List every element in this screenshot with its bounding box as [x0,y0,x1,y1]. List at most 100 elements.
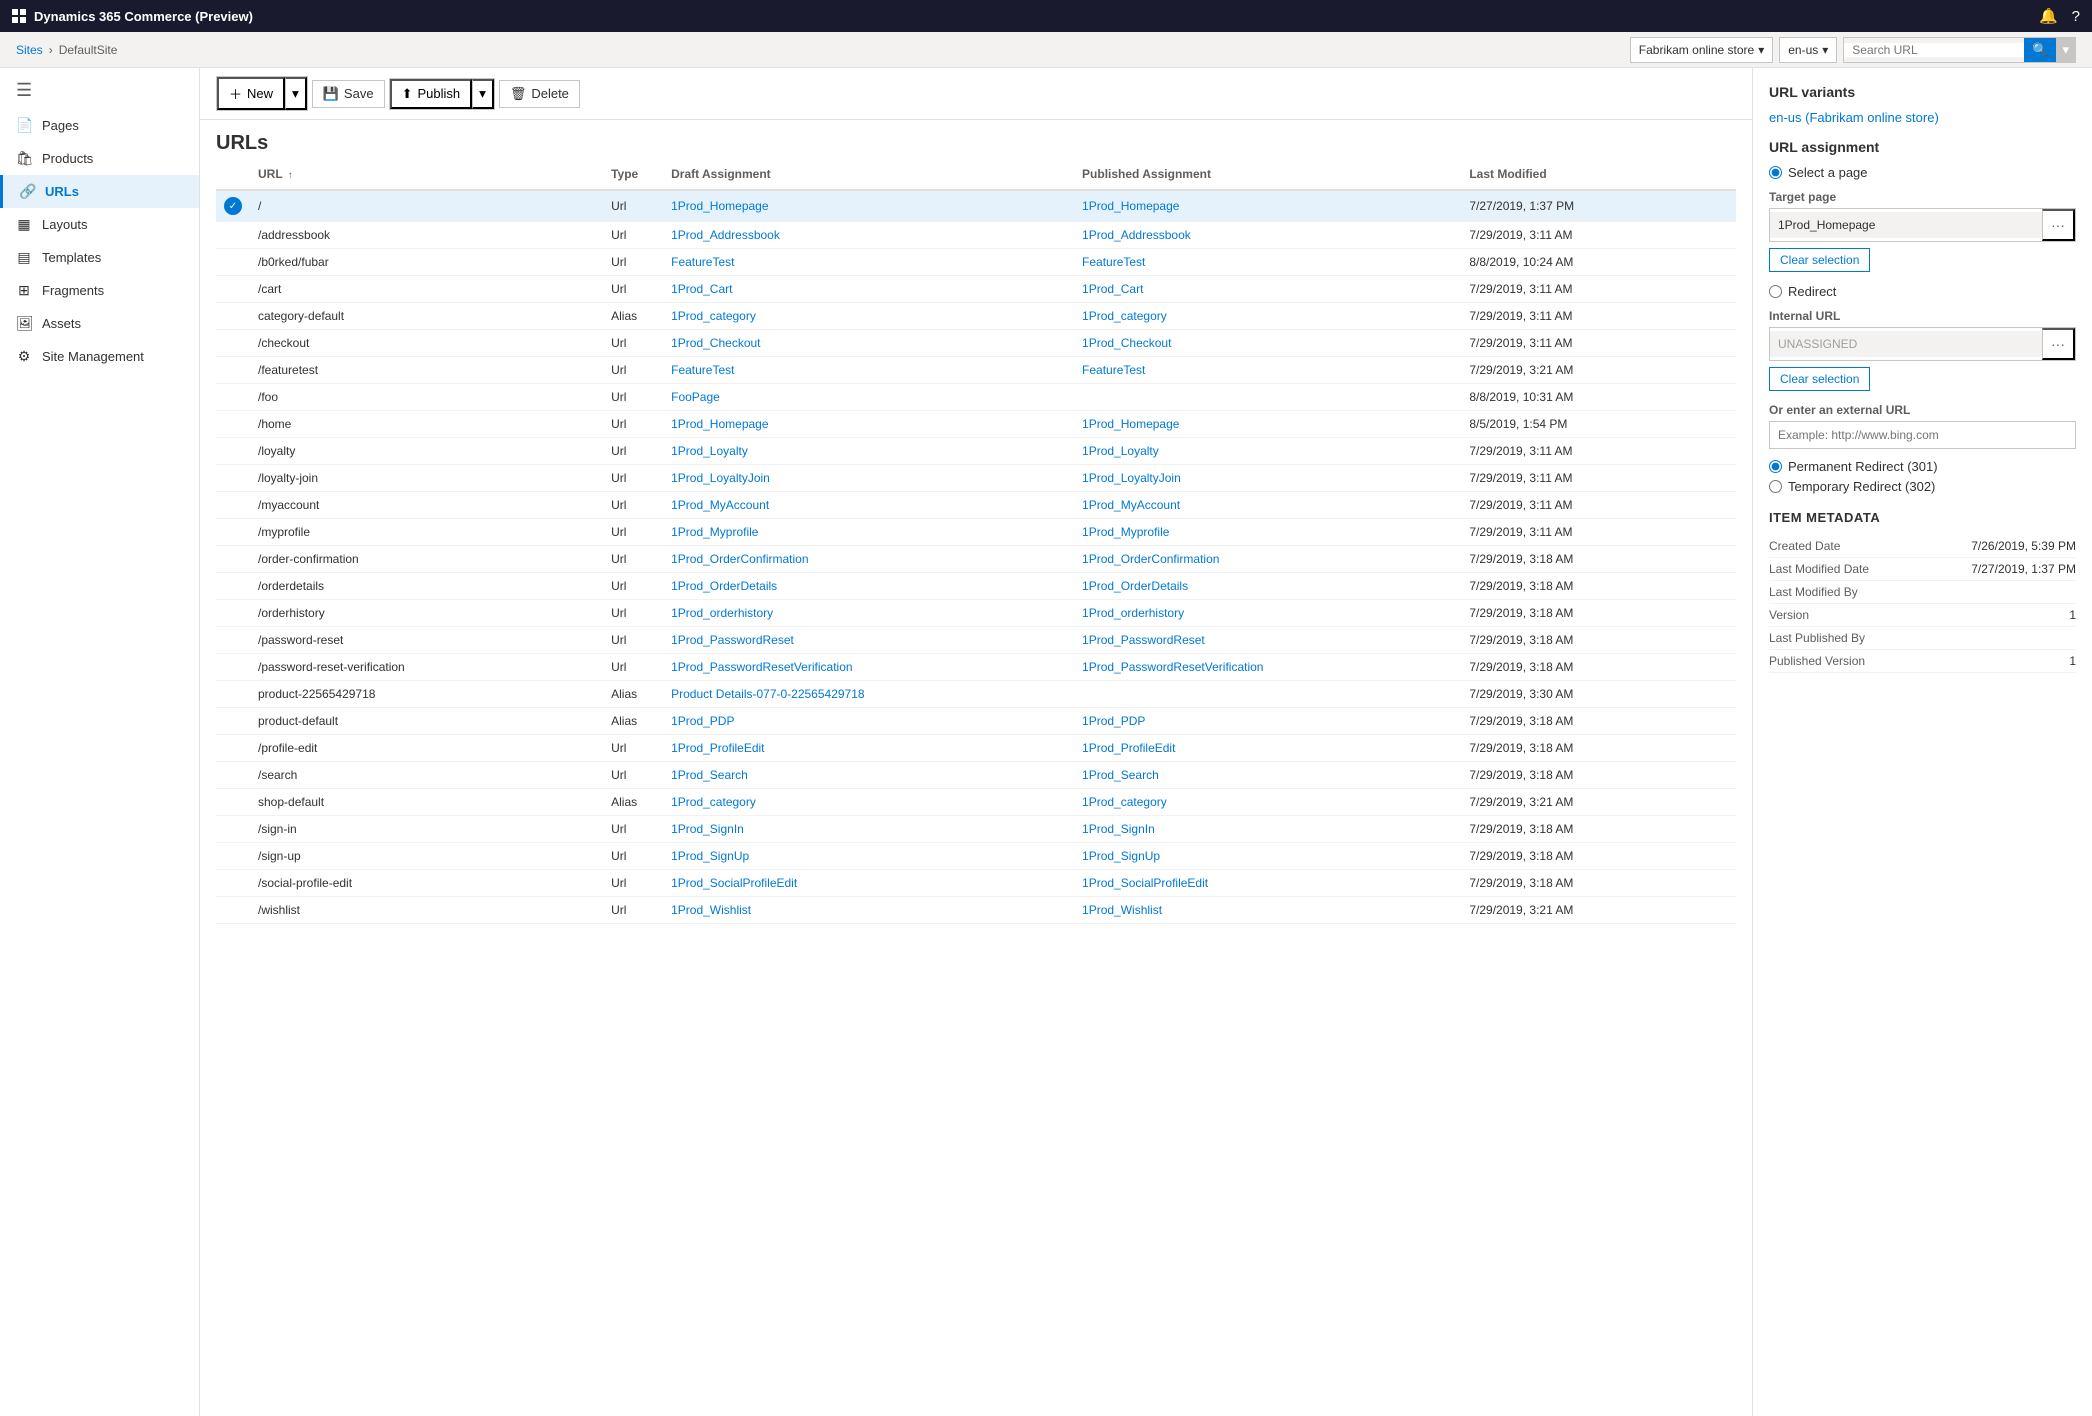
cell-draft[interactable]: 1Prod_SignIn [663,816,1074,843]
radio-redirect[interactable] [1769,285,1782,298]
cell-published[interactable]: 1Prod_Checkout [1074,330,1461,357]
cell-draft[interactable]: 1Prod_Search [663,762,1074,789]
breadcrumb-sites[interactable]: Sites [16,43,43,57]
cell-draft[interactable]: Product Details-077-0-22565429718 [663,681,1074,708]
table-row[interactable]: /homeUrl1Prod_Homepage1Prod_Homepage8/5/… [216,411,1736,438]
cell-published[interactable]: FeatureTest [1074,249,1461,276]
clear-selection-1-button[interactable]: Clear selection [1769,248,1870,272]
sidebar-item-layouts[interactable]: ▦ Layouts [0,208,199,241]
cell-draft[interactable]: 1Prod_Homepage [663,411,1074,438]
table-row[interactable]: /profile-editUrl1Prod_ProfileEdit1Prod_P… [216,735,1736,762]
table-row[interactable]: /password-reset-verificationUrl1Prod_Pas… [216,654,1736,681]
cell-published[interactable]: FeatureTest [1074,357,1461,384]
save-button[interactable]: 💾 Save [312,80,385,108]
table-row[interactable]: /b0rked/fubarUrlFeatureTestFeatureTest8/… [216,249,1736,276]
cell-draft[interactable]: 1Prod_MyAccount [663,492,1074,519]
table-row[interactable]: /social-profile-editUrl1Prod_SocialProfi… [216,870,1736,897]
publish-button[interactable]: ⬆ Publish [390,79,473,109]
sidebar-item-assets[interactable]: 🖼 Assets [0,307,199,340]
col-published-header[interactable]: Published Assignment [1074,159,1461,190]
cell-published[interactable]: 1Prod_OrderConfirmation [1074,546,1461,573]
cell-draft[interactable]: 1Prod_SocialProfileEdit [663,870,1074,897]
radio-select-page[interactable] [1769,166,1782,179]
table-row[interactable]: /loyalty-joinUrl1Prod_LoyaltyJoin1Prod_L… [216,465,1736,492]
cell-published[interactable]: 1Prod_Homepage [1074,411,1461,438]
cell-published[interactable]: 1Prod_orderhistory [1074,600,1461,627]
cell-published[interactable]: 1Prod_Addressbook [1074,222,1461,249]
target-page-more-button[interactable]: ··· [2042,209,2075,241]
cell-published[interactable]: 1Prod_SocialProfileEdit [1074,870,1461,897]
table-row[interactable]: ✓/Url1Prod_Homepage1Prod_Homepage7/27/20… [216,190,1736,222]
radio-301[interactable] [1769,460,1782,473]
cell-draft[interactable]: FooPage [663,384,1074,411]
search-url-input[interactable] [1844,43,2024,57]
delete-button[interactable]: 🗑 Delete [499,80,580,108]
cell-published[interactable] [1074,681,1461,708]
cell-published[interactable]: 1Prod_LoyaltyJoin [1074,465,1461,492]
table-row[interactable]: /wishlistUrl1Prod_Wishlist1Prod_Wishlist… [216,897,1736,924]
sidebar-item-products[interactable]: 🛍 Products [0,142,199,175]
table-row[interactable]: /fooUrlFooPage8/8/2019, 10:31 AM [216,384,1736,411]
radio-302[interactable] [1769,480,1782,493]
cell-published[interactable]: 1Prod_category [1074,789,1461,816]
table-row[interactable]: product-defaultAlias1Prod_PDP1Prod_PDP7/… [216,708,1736,735]
cell-published[interactable]: 1Prod_MyAccount [1074,492,1461,519]
store-selector[interactable]: Fabrikam online store ▾ [1630,37,1773,63]
col-url-header[interactable]: URL [250,159,603,190]
cell-published[interactable]: 1Prod_Loyalty [1074,438,1461,465]
cell-published[interactable]: 1Prod_category [1074,303,1461,330]
cell-draft[interactable]: 1Prod_OrderDetails [663,573,1074,600]
table-row[interactable]: /sign-inUrl1Prod_SignIn1Prod_SignIn7/29/… [216,816,1736,843]
col-modified-header[interactable]: Last Modified [1461,159,1736,190]
cell-draft[interactable]: 1Prod_Homepage [663,190,1074,222]
cell-published[interactable]: 1Prod_PasswordResetVerification [1074,654,1461,681]
cell-draft[interactable]: 1Prod_Addressbook [663,222,1074,249]
new-button[interactable]: ＋ New [217,77,285,110]
table-row[interactable]: /searchUrl1Prod_Search1Prod_Search7/29/2… [216,762,1736,789]
sidebar-item-pages[interactable]: 📄 Pages [0,109,199,142]
table-row[interactable]: /myaccountUrl1Prod_MyAccount1Prod_MyAcco… [216,492,1736,519]
cell-draft[interactable]: FeatureTest [663,357,1074,384]
cell-draft[interactable]: 1Prod_Myprofile [663,519,1074,546]
cell-published[interactable]: 1Prod_Cart [1074,276,1461,303]
sidebar-item-urls[interactable]: 🔗 URLs [0,175,199,208]
cell-draft[interactable]: 1Prod_SignUp [663,843,1074,870]
cell-draft[interactable]: 1Prod_Loyalty [663,438,1074,465]
cell-draft[interactable]: 1Prod_LoyaltyJoin [663,465,1074,492]
cell-published[interactable]: 1Prod_Homepage [1074,190,1461,222]
cell-published[interactable]: 1Prod_Wishlist [1074,897,1461,924]
help-icon[interactable]: ? [2072,8,2080,25]
cell-published[interactable]: 1Prod_PasswordReset [1074,627,1461,654]
cell-draft[interactable]: 1Prod_Cart [663,276,1074,303]
table-row[interactable]: /orderhistoryUrl1Prod_orderhistory1Prod_… [216,600,1736,627]
cell-draft[interactable]: 1Prod_OrderConfirmation [663,546,1074,573]
cell-draft[interactable]: 1Prod_orderhistory [663,600,1074,627]
col-type-header[interactable]: Type [603,159,663,190]
search-url-dropdown[interactable]: ▾ [2056,38,2075,62]
cell-published[interactable]: 1Prod_ProfileEdit [1074,735,1461,762]
cell-draft[interactable]: 1Prod_category [663,303,1074,330]
table-row[interactable]: product-22565429718AliasProduct Details-… [216,681,1736,708]
sidebar-item-templates[interactable]: ▤ Templates [0,241,199,274]
cell-draft[interactable]: 1Prod_PDP [663,708,1074,735]
cell-published[interactable]: 1Prod_OrderDetails [1074,573,1461,600]
external-url-input[interactable] [1769,421,2076,449]
search-url-button[interactable]: 🔍 [2024,38,2056,62]
publish-dropdown-button[interactable]: ▾ [472,79,494,109]
new-dropdown-button[interactable]: ▾ [285,77,307,110]
cell-draft[interactable]: FeatureTest [663,249,1074,276]
cell-draft[interactable]: 1Prod_Wishlist [663,897,1074,924]
col-draft-header[interactable]: Draft Assignment [663,159,1074,190]
cell-published[interactable]: 1Prod_PDP [1074,708,1461,735]
table-row[interactable]: /orderdetailsUrl1Prod_OrderDetails1Prod_… [216,573,1736,600]
cell-draft[interactable]: 1Prod_ProfileEdit [663,735,1074,762]
table-row[interactable]: /checkoutUrl1Prod_Checkout1Prod_Checkout… [216,330,1736,357]
table-row[interactable]: /myprofileUrl1Prod_Myprofile1Prod_Myprof… [216,519,1736,546]
notifications-icon[interactable]: 🔔 [2039,7,2058,25]
sidebar-toggle[interactable]: ☰ [0,72,199,109]
cell-draft[interactable]: 1Prod_Checkout [663,330,1074,357]
clear-selection-2-button[interactable]: Clear selection [1769,367,1870,391]
table-row[interactable]: /order-confirmationUrl1Prod_OrderConfirm… [216,546,1736,573]
cell-published[interactable] [1074,384,1461,411]
locale-selector[interactable]: en-us ▾ [1779,37,1837,63]
